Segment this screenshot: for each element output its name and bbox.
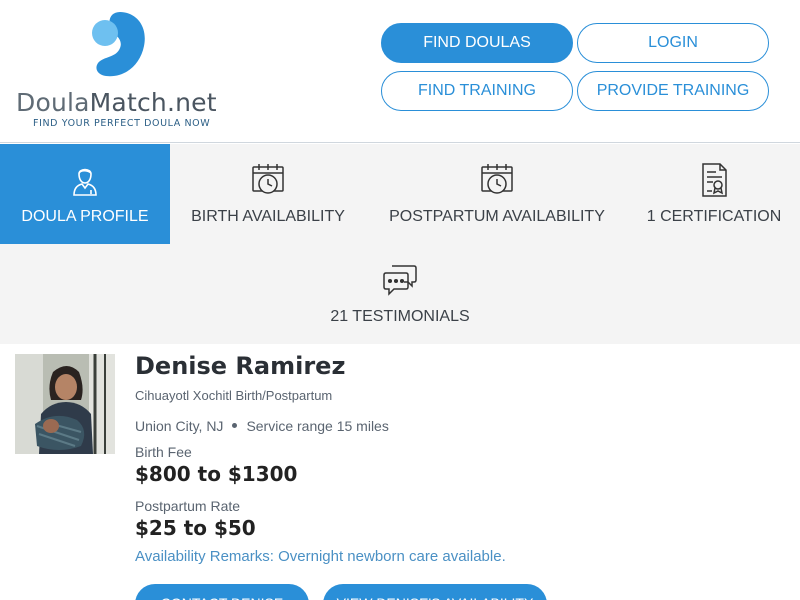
logo-tagline: FIND YOUR PERFECT DOULA NOW xyxy=(33,118,211,129)
separator-dot-icon xyxy=(232,423,238,428)
login-button[interactable]: LOGIN xyxy=(577,23,769,63)
tab-label: 21 TESTIMONIALS xyxy=(330,308,470,325)
logo-word-doula: Doula xyxy=(16,88,90,117)
logo-mark-icon xyxy=(92,12,145,77)
postpartum-rate-label: Postpartum Rate xyxy=(135,498,241,514)
birth-fee-label: Birth Fee xyxy=(135,444,192,460)
tab-certification[interactable]: 1 CERTIFICATION xyxy=(628,144,800,244)
doula-name: Denise Ramirez xyxy=(135,352,346,380)
certificate-icon xyxy=(702,163,727,197)
find-doulas-button[interactable]: FIND DOULAS xyxy=(381,23,573,63)
tab-testimonials[interactable]: 21 TESTIMONIALS xyxy=(270,244,530,344)
find-training-button[interactable]: FIND TRAINING xyxy=(381,71,573,111)
tab-birth-availability[interactable]: BIRTH AVAILABILITY xyxy=(170,144,366,244)
tab-label: POSTPARTUM AVAILABILITY xyxy=(389,208,605,225)
birth-fee-value: $800 to $1300 xyxy=(135,462,298,486)
business-name: Cihuayotl Xochitl Birth/Postpartum xyxy=(135,388,333,403)
provide-training-button[interactable]: PROVIDE TRAINING xyxy=(577,71,769,111)
logo-wordmark: DoulaMatch.net xyxy=(16,88,217,117)
person-icon xyxy=(73,168,97,196)
logo-word-match: Match.net xyxy=(89,88,217,117)
tab-label: DOULA PROFILE xyxy=(21,208,149,225)
chat-bubbles-icon xyxy=(383,265,417,296)
profile-tabs: DOULA PROFILE BIRTH AVAILABILITY POSTPAR… xyxy=(0,144,800,344)
tab-label: 1 CERTIFICATION xyxy=(646,208,782,225)
tab-doula-profile[interactable]: DOULA PROFILE xyxy=(0,144,170,244)
calendar-clock-icon xyxy=(481,164,513,194)
location-line: Union City, NJ Service range 15 miles xyxy=(135,418,389,434)
site-logo[interactable]: DoulaMatch.net FIND YOUR PERFECT DOULA N… xyxy=(16,12,217,132)
tab-label: BIRTH AVAILABILITY xyxy=(191,208,345,225)
postpartum-rate-value: $25 to $50 xyxy=(135,516,256,540)
service-range: Service range 15 miles xyxy=(246,418,389,434)
contact-button[interactable]: CONTACT DENISE xyxy=(135,584,309,600)
calendar-clock-icon xyxy=(252,164,284,194)
doula-photo xyxy=(15,354,115,454)
view-availability-button[interactable]: VIEW DENISE'S AVAILABILITY xyxy=(323,584,547,600)
tab-postpartum-availability[interactable]: POSTPARTUM AVAILABILITY xyxy=(366,144,628,244)
availability-remarks: Availability Remarks: Overnight newborn … xyxy=(135,548,506,565)
site-header: DoulaMatch.net FIND YOUR PERFECT DOULA N… xyxy=(0,0,800,143)
location: Union City, NJ xyxy=(135,418,224,434)
